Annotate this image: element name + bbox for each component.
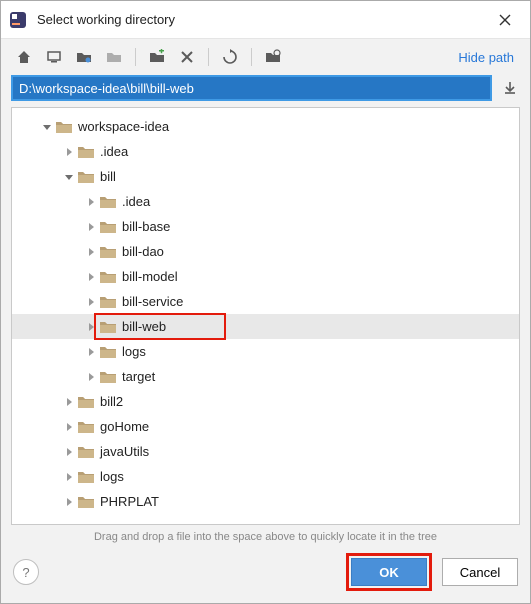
tree-item-label: logs [100,469,124,484]
chevron-right-icon[interactable] [62,445,76,459]
tree-item-label: PHRPLAT [100,494,159,509]
chevron-right-icon[interactable] [84,220,98,234]
tree-row[interactable]: bill-model [12,264,519,289]
tree-item-label: workspace-idea [78,119,169,134]
tree-row[interactable]: .idea [12,189,519,214]
dialog: Select working directory Hide path works… [0,0,531,604]
tree-row[interactable]: logs [12,464,519,489]
delete-button[interactable] [174,44,200,70]
desktop-button[interactable] [41,44,67,70]
chevron-right-icon[interactable] [84,295,98,309]
chevron-right-icon[interactable] [62,145,76,159]
tree-item-label: logs [122,344,146,359]
titlebar: Select working directory [1,1,530,39]
tree-container: workspace-idea .idea bill .idea bill-base bil… [11,107,520,525]
tree-item-label: bill-dao [122,244,164,259]
chevron-down-icon[interactable] [62,170,76,184]
tree-item-label: target [122,369,155,384]
tree-item-label: bill-model [122,269,178,284]
chevron-right-icon[interactable] [84,320,98,334]
path-row [1,75,530,107]
cancel-button[interactable]: Cancel [442,558,518,586]
show-hidden-button[interactable] [260,44,286,70]
chevron-right-icon[interactable] [84,370,98,384]
path-input[interactable] [11,75,492,101]
tree-item-label: bill-base [122,219,170,234]
tree-item-label: goHome [100,419,149,434]
chevron-right-icon[interactable] [62,395,76,409]
separator [251,48,252,66]
chevron-right-icon[interactable] [62,470,76,484]
ok-button[interactable]: OK [351,558,427,586]
tree-item-label: bill [100,169,116,184]
tree-item-label: .idea [122,194,150,209]
tree-row[interactable]: goHome [12,414,519,439]
tree-item-label: bill2 [100,394,123,409]
app-icon [9,11,27,29]
tree-item-label: bill-web [122,319,166,334]
tree-item-label: .idea [100,144,128,159]
toolbar: Hide path [1,39,530,75]
tree-row[interactable]: bill-service [12,289,519,314]
dialog-title: Select working directory [37,12,488,27]
ok-highlight: OK [346,553,432,591]
chevron-right-icon[interactable] [62,495,76,509]
help-button[interactable]: ? [13,559,39,585]
separator [135,48,136,66]
tree-item-label: javaUtils [100,444,149,459]
tree-row[interactable]: target [12,364,519,389]
chevron-right-icon[interactable] [84,245,98,259]
project-button[interactable] [71,44,97,70]
tree-row[interactable]: bill-dao [12,239,519,264]
tree-row[interactable]: bill [12,164,519,189]
chevron-down-icon[interactable] [40,120,54,134]
separator [208,48,209,66]
download-icon[interactable] [500,78,520,98]
chevron-right-icon[interactable] [84,195,98,209]
chevron-right-icon[interactable] [84,270,98,284]
tree-row[interactable]: PHRPLAT [12,489,519,514]
hint-text: Drag and drop a file into the space abov… [1,525,530,547]
tree-row[interactable]: javaUtils [12,439,519,464]
hide-path-link[interactable]: Hide path [458,50,520,65]
tree-row[interactable]: .idea [12,139,519,164]
module-button [101,44,127,70]
home-button[interactable] [11,44,37,70]
tree-row[interactable]: logs [12,339,519,364]
tree-row[interactable]: workspace-idea [12,114,519,139]
tree-row[interactable]: bill-web [12,314,519,339]
tree-row[interactable]: bill2 [12,389,519,414]
close-button[interactable] [488,5,522,35]
chevron-right-icon[interactable] [84,345,98,359]
new-folder-button[interactable] [144,44,170,70]
chevron-right-icon[interactable] [62,420,76,434]
tree-row[interactable]: bill-base [12,214,519,239]
refresh-button[interactable] [217,44,243,70]
button-row: ? OK Cancel [1,547,530,603]
directory-tree[interactable]: workspace-idea .idea bill .idea bill-base bil… [12,108,519,524]
tree-item-label: bill-service [122,294,183,309]
